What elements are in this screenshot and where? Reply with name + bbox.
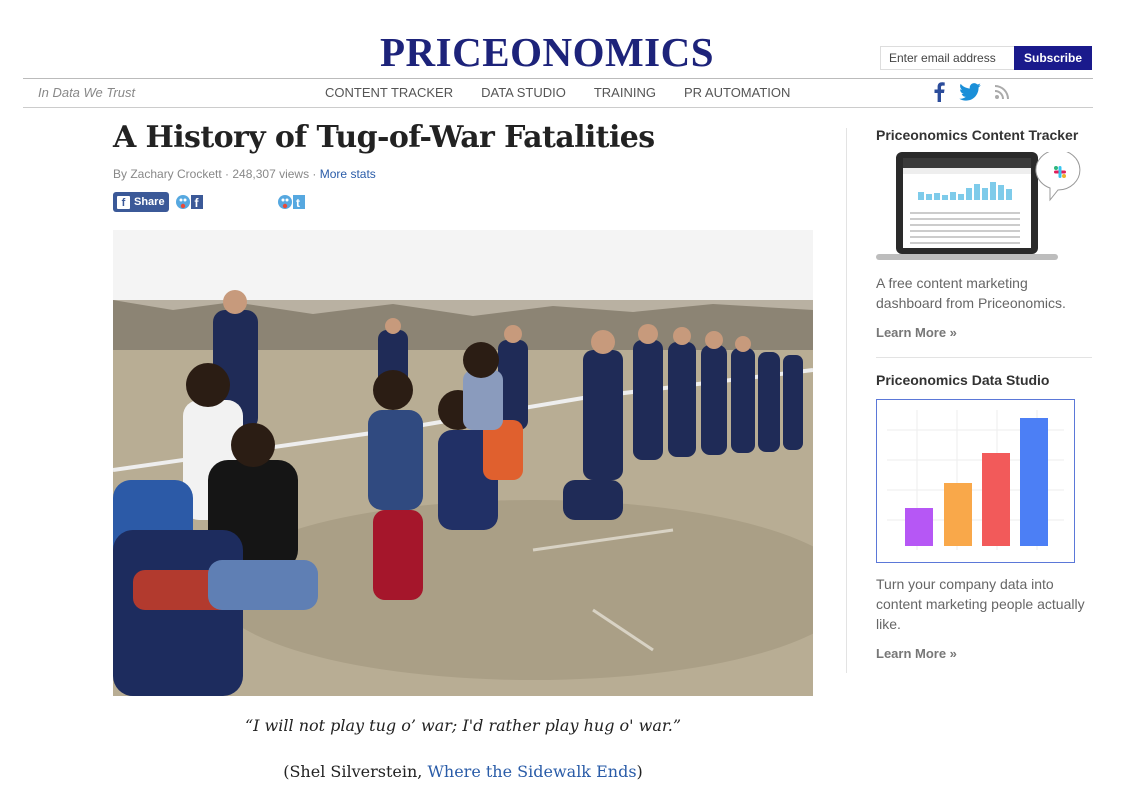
sidebar-separator (876, 357, 1092, 358)
citation-open: (Shel Silverstein, (283, 762, 428, 781)
studio-promo-title[interactable]: Priceonomics Data Studio (876, 372, 1049, 388)
main-nav: In Data We Trust CONTENT TRACKER DATA ST… (23, 78, 1093, 108)
facebook-share-button[interactable]: f Share (113, 192, 169, 212)
tracker-laptop-image[interactable] (876, 149, 1086, 269)
byline: By Zachary Crockett · 248,307 views · Mo… (113, 167, 376, 181)
citation-close: ) (636, 762, 643, 781)
nav-data-studio[interactable]: DATA STUDIO (481, 85, 566, 100)
tracker-promo-text: A free content marketing dashboard from … (876, 275, 1066, 311)
nav-pr-automation[interactable]: PR AUTOMATION (684, 85, 790, 100)
nav-training[interactable]: TRAINING (594, 85, 656, 100)
rss-icon[interactable] (995, 85, 1009, 99)
view-count: 248,307 views (232, 167, 310, 181)
article-title: A History of Tug-of-War Fatalities (113, 120, 655, 155)
subscribe-button[interactable]: Subscribe (1014, 46, 1092, 70)
email-input[interactable] (880, 46, 1014, 70)
sidebar-divider (846, 128, 847, 673)
studio-learn-more-link[interactable]: Learn More » (876, 646, 957, 661)
quote-citation: (Shel Silverstein, Where the Sidewalk En… (113, 762, 813, 781)
tracker-promo-title[interactable]: Priceonomics Content Tracker (876, 127, 1078, 143)
citation-book-link[interactable]: Where the Sidewalk Ends (427, 762, 636, 781)
nav-links: CONTENT TRACKER DATA STUDIO TRAINING PR … (325, 85, 790, 100)
studio-bar-4 (1020, 418, 1048, 546)
share-label: Share (134, 196, 165, 208)
site-logo[interactable]: PRICEONOMICS (380, 30, 732, 74)
studio-chart-image[interactable] (876, 399, 1075, 563)
svg-text:t: t (296, 196, 300, 210)
article-quote: “I will not play tug o’ war; I'd rather … (244, 716, 682, 735)
studio-bar-3 (982, 453, 1010, 546)
twitter-icon[interactable] (959, 83, 981, 101)
twitter-mini-share-icon[interactable]: t (277, 192, 307, 212)
more-stats-link[interactable]: More stats (320, 167, 376, 181)
studio-promo-text: Turn your company data into content mark… (876, 576, 1085, 632)
author: By Zachary Crockett (113, 167, 222, 181)
nav-content-tracker[interactable]: CONTENT TRACKER (325, 85, 453, 100)
facebook-icon[interactable] (933, 82, 945, 102)
tracker-learn-more-link[interactable]: Learn More » (876, 325, 957, 340)
studio-bar-2 (944, 483, 972, 546)
social-links (933, 82, 1009, 102)
studio-bar-1 (905, 508, 933, 546)
facebook-icon: f (117, 195, 130, 209)
article-photo (113, 230, 813, 696)
tagline: In Data We Trust (38, 85, 136, 100)
facebook-mini-share-icon[interactable]: f (175, 192, 205, 212)
